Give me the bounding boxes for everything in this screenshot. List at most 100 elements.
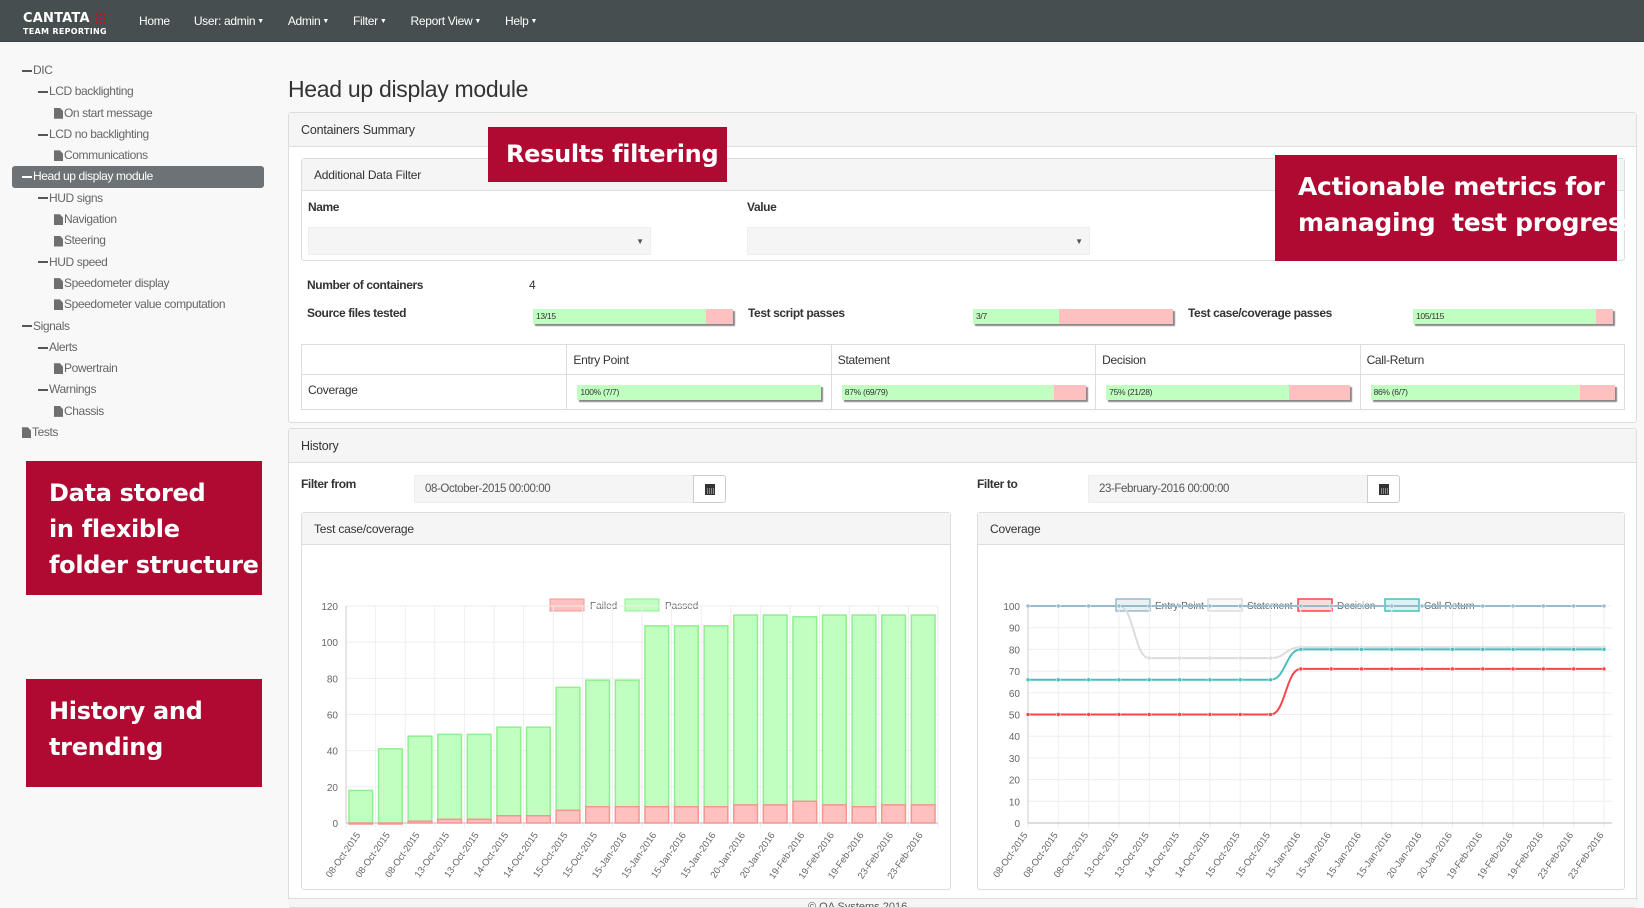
tree-item-lcd-no-backlighting[interactable]: LCD no backlighting [12,124,264,145]
y-tick-label: 80 [1009,645,1021,656]
filter-to-input[interactable]: 23-February-2016 00:00:00 [1088,475,1368,503]
y-tick-label: 40 [1009,732,1021,743]
bar-failed [644,805,670,824]
tree-item-tests[interactable]: Tests [12,422,264,443]
annotation-line: Data stored [49,479,206,507]
coverage-cell-entry-point: 100% (7/7) [566,374,832,410]
file-icon [54,299,63,311]
tree-item-head-up-display-module[interactable]: Head up display module [12,166,264,188]
tree-item-label: Powertrain [64,361,118,376]
data-point [1268,655,1273,661]
name-select[interactable]: ▼ [308,227,651,255]
bar-passed [585,679,611,808]
nav-user-admin[interactable]: User: admin ▼ [194,14,264,28]
tree-item-alerts[interactable]: Alerts [12,337,264,358]
tree-item-powertrain[interactable]: Powertrain [12,358,264,379]
bar-passed [910,614,936,806]
tree-item-on-start-message[interactable]: On start message [12,103,264,124]
data-point [1177,712,1182,717]
nav-filter[interactable]: Filter ▼ [353,14,387,28]
folder-tree: DIC LCD backlighting On start message LCD n… [12,60,264,443]
data-point [1571,647,1576,652]
nav-item-label: Report View [410,14,473,28]
data-point [1480,603,1485,609]
data-point [1510,603,1516,609]
dropdown-arrow-icon: ▼ [1075,237,1083,246]
progress-text: 3/7 [976,311,987,321]
data-point [1268,677,1273,683]
tree-item-label: Speedometer value computation [64,297,226,312]
bar-failed [377,822,403,825]
tree-item-label: Head up display module [33,169,153,184]
data-point [1359,603,1364,609]
tree-item-label: Signals [33,318,70,333]
data-point [1207,712,1213,717]
progress-text: 100% (7/7) [580,387,619,397]
nav-home[interactable]: Home [139,14,170,28]
tree-item-navigation[interactable]: Navigation [12,209,264,230]
collapse-icon[interactable] [38,197,48,200]
value-select[interactable]: ▼ [747,227,1090,255]
bar-failed [821,804,847,824]
filter-to-calendar-button[interactable] [1367,475,1400,503]
nav-help[interactable]: Help ▼ [505,14,537,28]
chart-title: Test case/coverage [302,513,950,545]
tree-item-label: Alerts [49,339,78,354]
data-point [1116,677,1122,683]
tree-item-steering[interactable]: Steering [12,230,264,251]
filter-from-input[interactable]: 08-October-2015 00:00:00 [414,475,694,503]
collapse-icon[interactable] [22,176,32,179]
tree-item-lcd-backlighting[interactable]: LCD backlighting [12,81,264,102]
collapse-icon[interactable] [38,389,48,392]
series-line-call-return [1028,648,1604,681]
file-icon [54,107,63,119]
tree-item-hud-signs[interactable]: HUD signs [12,188,264,209]
tree-item-signals[interactable]: Signals [12,316,264,337]
y-tick-label: 50 [1009,711,1021,722]
tree-item-dic[interactable]: DIC [12,60,264,81]
coverage-chart-panel: Coverage Entry PointStatementDecisionCal… [977,512,1625,890]
collapse-icon[interactable] [22,325,32,328]
tree-item-label: DIC [33,63,53,77]
data-point [1450,647,1455,652]
history-panel: History Filter from 08-October-2015 00:0… [288,428,1637,908]
collapse-icon[interactable] [22,69,32,72]
coverage-header-statement: Statement [830,344,1097,375]
value-label: Value [747,200,777,214]
data-point [1237,677,1243,683]
nav-admin[interactable]: Admin ▼ [288,14,329,28]
bar-passed [525,726,551,817]
footer-copyright: © QA Systems 2016 [808,901,908,907]
bar-passed [348,789,374,824]
file-icon [54,405,63,417]
collapse-icon[interactable] [38,346,48,349]
data-point [1389,666,1395,672]
annotation-line: Actionable metrics for [1298,172,1605,201]
collapse-icon[interactable] [38,261,48,264]
bar-failed [407,820,433,824]
brand-logo[interactable]: CANTATA TEAM REPORTING [23,11,107,36]
collapse-icon[interactable] [38,90,48,93]
annotation-line: managing test progress [1298,208,1638,237]
test-script-passes-label: Test script passes [748,306,845,320]
tree-item-speedometer-display[interactable]: Speedometer display [12,273,264,294]
data-point [1389,603,1395,609]
collapse-icon[interactable] [38,133,48,136]
filter-from-label: Filter from [301,477,356,491]
tree-item-chassis[interactable]: Chassis [12,401,264,422]
coverage-table-corner [300,344,568,375]
bar-failed [792,800,818,824]
brand-subtitle: TEAM REPORTING [23,27,107,36]
tree-item-speedometer-value-computation[interactable]: Speedometer value computation [12,294,264,315]
tree-item-communications[interactable]: Communications [12,145,264,166]
tree-item-hud-speed[interactable]: HUD speed [12,252,264,273]
bar-passed [673,625,699,808]
nav-report-view[interactable]: Report View ▼ [411,14,482,28]
series-line-decision [1028,667,1604,716]
tree-item-label: Navigation [64,212,117,227]
filter-to-label: Filter to [977,477,1018,491]
tree-item-warnings[interactable]: Warnings [12,379,264,400]
data-point [1056,712,1061,717]
filter-from-calendar-button[interactable] [693,475,726,503]
legend-swatch-failed [549,598,585,612]
